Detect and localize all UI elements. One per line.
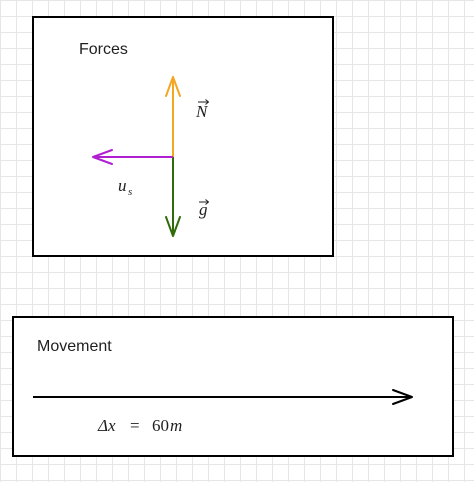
displacement-unit: m (170, 416, 182, 435)
gravity-symbol: g (199, 200, 208, 219)
forces-panel: Forces N g u s (32, 16, 334, 257)
gravity-label: g (199, 199, 210, 219)
friction-symbol: u (118, 176, 127, 195)
displacement-value: 60 (152, 416, 169, 435)
forces-panel-frame (32, 16, 334, 257)
movement-panel-title: Movement (37, 338, 112, 355)
friction-subscript: s (128, 186, 132, 198)
forces-panel-title: Forces (79, 41, 128, 58)
movement-panel: Movement Δx = 60 m (12, 316, 454, 457)
displacement-symbol: Δx (97, 416, 116, 435)
normal-force-symbol: N (195, 102, 209, 121)
normal-force-label: N (195, 99, 210, 121)
displacement-equals: = (130, 416, 140, 435)
physics-diagram: Forces N g u s Movement Δx = 60 m (12, 16, 454, 457)
